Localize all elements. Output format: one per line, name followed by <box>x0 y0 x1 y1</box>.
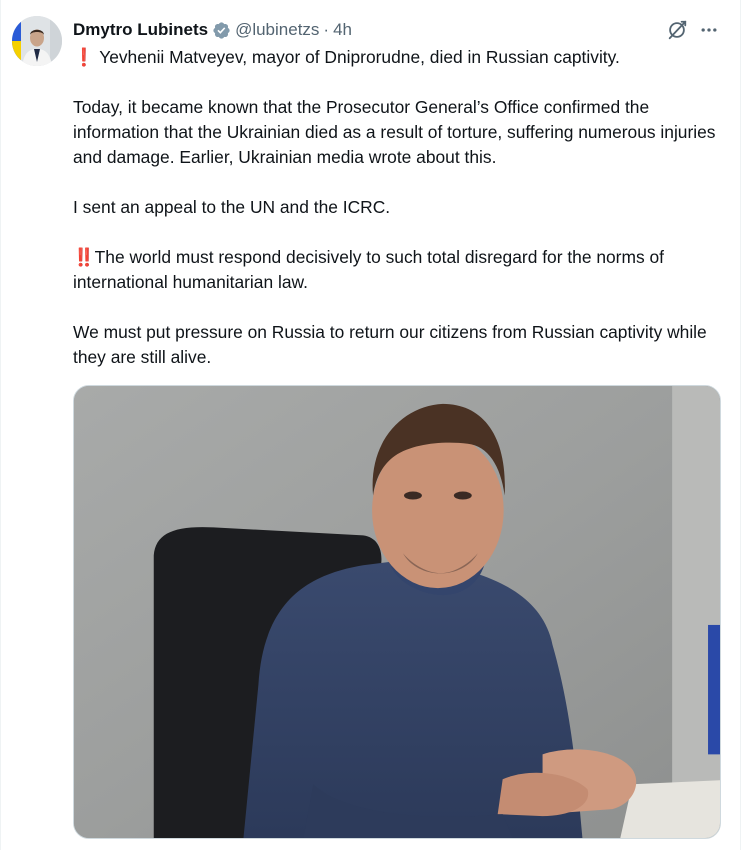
author-display-name[interactable]: Dmytro Lubinets <box>73 20 208 40</box>
grok-icon[interactable] <box>665 18 689 42</box>
tweet-paragraph-1: ❗ Yevhenii Matveyev, mayor of Dniprorudn… <box>73 45 733 70</box>
tweet-text: ❗ Yevhenii Matveyev, mayor of Dniprorudn… <box>73 45 733 370</box>
header-separator: · <box>323 20 330 39</box>
tweet-paragraph-4-text: The world must respond decisively to suc… <box>73 247 664 292</box>
tweet-photo[interactable] <box>73 385 721 839</box>
more-options-icon[interactable] <box>697 18 721 42</box>
red-exclamation-icon: ❗ <box>73 47 95 67</box>
author-handle[interactable]: @lubinetzs <box>235 20 319 40</box>
timeline-right-border <box>740 0 741 850</box>
tweet-paragraph-4: ‼️The world must respond decisively to s… <box>73 245 733 295</box>
avatar-image <box>12 16 62 66</box>
tweet-timestamp[interactable]: 4h <box>333 20 352 40</box>
red-double-exclamation-icon: ‼️ <box>73 247 95 267</box>
tweet-paragraph-3: I sent an appeal to the UN and the ICRC. <box>73 197 391 217</box>
verified-badge-icon[interactable] <box>212 21 231 40</box>
author-avatar[interactable] <box>12 16 62 66</box>
tweet-paragraph-1-text: Yevhenii Matveyev, mayor of Dniprorudne,… <box>99 47 620 67</box>
timeline-left-border <box>0 0 1 850</box>
tweet-paragraph-5: We must put pressure on Russia to return… <box>73 322 707 367</box>
photo-portrait <box>74 386 720 838</box>
tweet-paragraph-2: Today, it became known that the Prosecut… <box>73 97 716 167</box>
tweet-header: Dmytro Lubinets @lubinetzs · 4h <box>73 18 352 42</box>
